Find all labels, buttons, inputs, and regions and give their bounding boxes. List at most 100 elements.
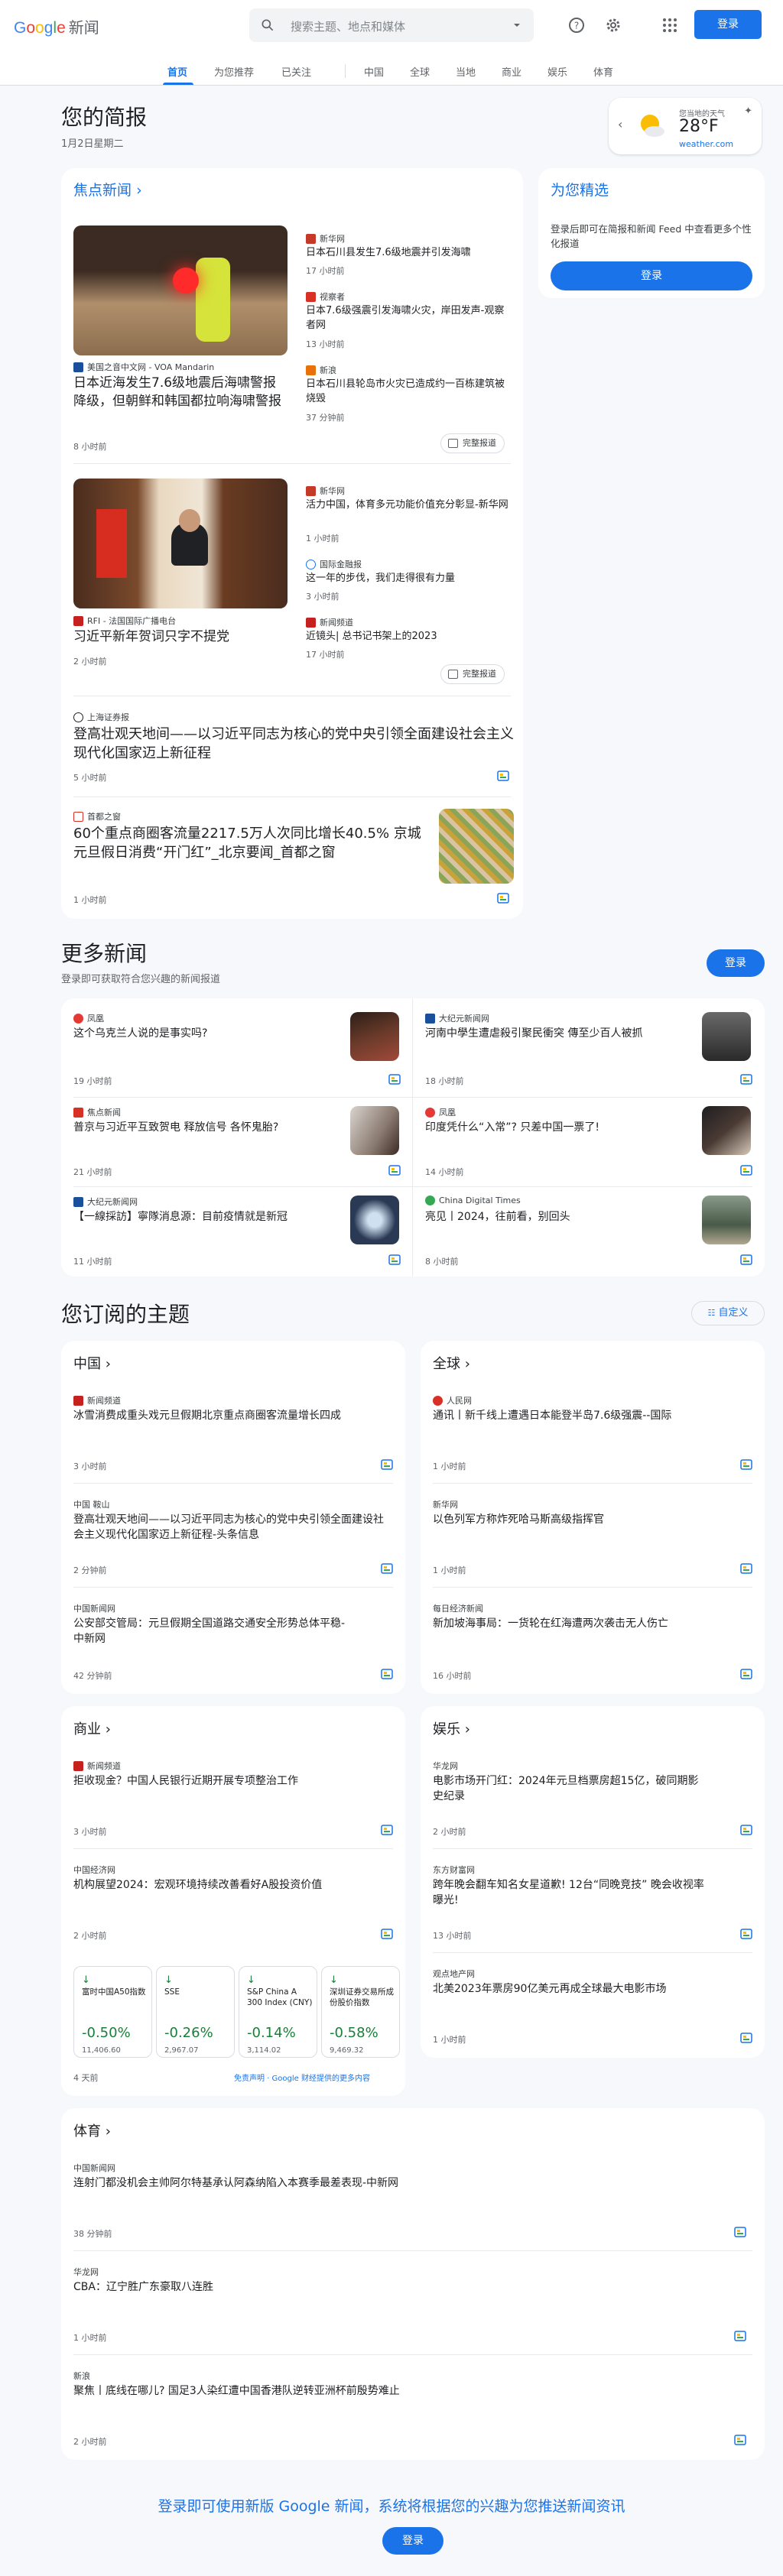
full-coverage-icon[interactable] [740,1459,752,1470]
search-input[interactable]: 搜索主题、地点和媒体 [291,18,405,34]
story-title[interactable]: 印度凭什么“入常”? 只差中国一票了! [425,1120,685,1135]
story-title[interactable]: 这一年的步伐，我们走得很有力量 [306,572,512,586]
tab-for-you[interactable]: 为您推荐 [214,64,254,79]
story-title[interactable]: 通讯丨新千线上遭遇日本能登半岛7.6级强震--国际 [433,1408,746,1423]
weather-source[interactable]: weather.com [679,139,733,149]
apps-grid-icon[interactable] [661,16,679,34]
story-title[interactable]: 聚焦丨底线在哪儿? 国足3人染红遭中国香港队逆转亚洲杯前殷势难止 [73,2383,731,2399]
full-coverage-icon[interactable] [381,1825,393,1835]
story-title[interactable]: 跨年晚会翻车知名女星道歉! 12台“同晚竞技” 晚会收视率曝光! [433,1877,708,1909]
topic-heading[interactable]: 体育 › [73,2120,111,2140]
finance-disclaimer-link[interactable]: 免责声明 · Google 财经提供的更多内容 [234,2072,370,2083]
story-title[interactable]: 新加坡海事局：一货轮在红海遭两次袭击无人伤亡 [433,1616,746,1631]
story-title[interactable]: 拒收现金？中国人民银行近期开展专项整治工作 [73,1773,387,1789]
story-thumbnail[interactable] [702,1106,751,1155]
story-title[interactable]: 日本近海发生7.6级地震后海啸警报降级，但朝鲜和韩国都拉响海啸警报 [73,375,288,411]
stock-card[interactable]: ↓ S&P China A 300 Index (CNY) -0.14% 3,1… [239,1966,317,2058]
story-title[interactable]: 活力中国，体育多元功能价值充分彰显-新华网 [306,498,512,513]
weather-widget[interactable]: ‹ 您当地的天气 28°F weather.com ✦ [609,98,762,154]
story-title[interactable]: 北美2023年票房90亿美元再成全球最大电影市场 [433,1981,746,1997]
story-title[interactable]: 日本7.6级强震引发海啸火灾，岸田发声-观察者网 [306,304,512,333]
story-title[interactable]: 日本石川县发生7.6级地震并引发海啸 [306,246,512,261]
full-coverage-icon[interactable] [381,1669,393,1679]
story-title[interactable]: 普京与习近平互致贺电 释放信号 各怀鬼胎? [73,1120,333,1135]
story-title[interactable]: 习近平新年贺词只字不提党 [73,628,288,647]
shopping-crowd-photo[interactable] [439,809,514,884]
tab-local[interactable]: 当地 [456,64,476,79]
story-thumbnail[interactable] [702,1012,751,1061]
tab-sports[interactable]: 体育 [593,64,613,79]
weather-expand-icon[interactable]: ✦ [744,105,752,117]
full-coverage-icon[interactable] [734,2227,746,2237]
full-coverage-icon[interactable] [388,1254,401,1265]
story-title[interactable]: 河南中學生遭虐殺引聚民衝突 傳至少百人被抓 [425,1026,685,1041]
story-title[interactable]: 以色列军方称炸死哈马斯高级指挥官 [433,1512,746,1527]
full-coverage-icon[interactable] [740,1254,752,1265]
full-coverage-icon[interactable] [497,893,509,904]
full-coverage-icon[interactable] [381,1459,393,1470]
full-coverage-icon[interactable] [497,771,509,781]
story-title[interactable]: 机构展望2024：宏观环境持续改善看好A股投资价值 [73,1877,387,1893]
google-news-logo[interactable]: Google 新闻 [14,15,99,37]
full-coverage-icon[interactable] [381,1929,393,1939]
story-title[interactable]: 连射门都没机会主帅阿尔特基承认阿森纳陷入本赛季最差表现-中新网 [73,2175,731,2191]
customize-button[interactable]: ☷ 自定义 [691,1301,765,1325]
story-title[interactable]: 登高壮观天地间——以习近平同志为核心的党中央引领全面建设社会主义现代化国家迈上新… [73,725,517,763]
topic-heading[interactable]: 娱乐 › [433,1718,470,1738]
story-title[interactable]: 登高壮观天地间——以习近平同志为核心的党中央引领全面建设社会主义现代化国家迈上新… [73,1512,387,1543]
story-title[interactable]: 【一線採訪】寧隊消息源：目前疫情就是新冠 [73,1209,333,1225]
full-coverage-icon[interactable] [740,1074,752,1085]
full-coverage-button[interactable]: 完整报道 [440,664,505,684]
story-title[interactable]: 日本石川县轮岛市火灾已造成约一百栋建筑被烧毁 [306,378,512,407]
sign-in-button[interactable]: 登录 [694,10,762,39]
story-title[interactable]: CBA：辽宁胜广东豪取八连胜 [73,2279,731,2295]
stock-value: 9,469.32 [330,2046,364,2055]
story-title[interactable]: 亮见丨2024，往前看，别回头 [425,1209,685,1225]
stock-card[interactable]: ↓ 深圳证券交易所成份股价指数 -0.58% 9,469.32 [321,1966,400,2058]
stock-card[interactable]: ↓ 富时中国A50指数 -0.50% 11,406.60 [73,1966,152,2058]
search-box[interactable]: 搜索主题、地点和媒体 [249,8,534,42]
full-coverage-icon[interactable] [734,2435,746,2445]
picks-sign-in-button[interactable]: 登录 [551,261,752,290]
story-title[interactable]: 这个乌克兰人说的是事实吗? [73,1026,333,1041]
full-coverage-icon[interactable] [381,1563,393,1574]
tab-home[interactable]: 首页 [167,64,187,79]
topic-heading[interactable]: 全球 › [433,1353,470,1373]
help-icon[interactable]: ? [567,16,586,34]
story-thumbnail[interactable] [350,1196,399,1244]
full-coverage-icon[interactable] [740,1669,752,1679]
story-thumbnail[interactable] [702,1196,751,1244]
full-coverage-icon[interactable] [388,1165,401,1176]
full-coverage-icon[interactable] [734,2331,746,2341]
tab-following[interactable]: 已关注 [281,64,311,79]
story-thumbnail[interactable] [350,1106,399,1155]
story-title[interactable]: 电影市场开门红：2024年元旦档票房超15亿，破同期影史纪录 [433,1773,708,1805]
story-thumbnail[interactable] [350,1012,399,1061]
footer-sign-in-button[interactable]: 登录 [382,2527,443,2555]
story-title[interactable]: 60个重点商圈客流量2217.5万人次同比增长40.5% 京城元旦假日消费“开门… [73,824,433,862]
settings-gear-icon[interactable] [604,16,622,34]
full-coverage-icon[interactable] [740,1165,752,1176]
full-coverage-icon[interactable] [740,1825,752,1835]
full-coverage-icon[interactable] [388,1074,401,1085]
tab-entertainment[interactable]: 娱乐 [547,64,567,79]
more-news-sign-in-button[interactable]: 登录 [707,949,765,977]
story-title[interactable]: 公安部交管局：元旦假期全国道路交通安全形势总体平稳-中新网 [73,1616,349,1647]
full-coverage-icon[interactable] [740,1563,752,1574]
top-stories-heading[interactable]: 焦点新闻 › [73,179,142,200]
chevron-down-icon[interactable] [511,19,523,31]
story-title[interactable]: 冰雪消费成重头戏元旦假期北京重点商圈客流量增长四成 [73,1408,387,1423]
tab-world[interactable]: 全球 [410,64,430,79]
full-coverage-icon[interactable] [740,2033,752,2043]
full-coverage-icon[interactable] [740,1929,752,1939]
earthquake-police-photo[interactable] [73,225,288,355]
tab-business[interactable]: 商业 [502,64,521,79]
xi-new-year-speech-photo[interactable] [73,479,288,608]
story-title[interactable]: 近镜头| 总书记书架上的2023 [306,630,512,644]
tab-china[interactable]: 中国 [364,64,384,79]
topic-heading[interactable]: 商业 › [73,1718,111,1738]
chevron-left-icon[interactable]: ‹ [618,117,622,131]
topic-heading[interactable]: 中国 › [73,1353,111,1373]
stock-card[interactable]: ↓ SSE -0.26% 2,967.07 [156,1966,235,2058]
full-coverage-button[interactable]: 完整报道 [440,433,505,453]
